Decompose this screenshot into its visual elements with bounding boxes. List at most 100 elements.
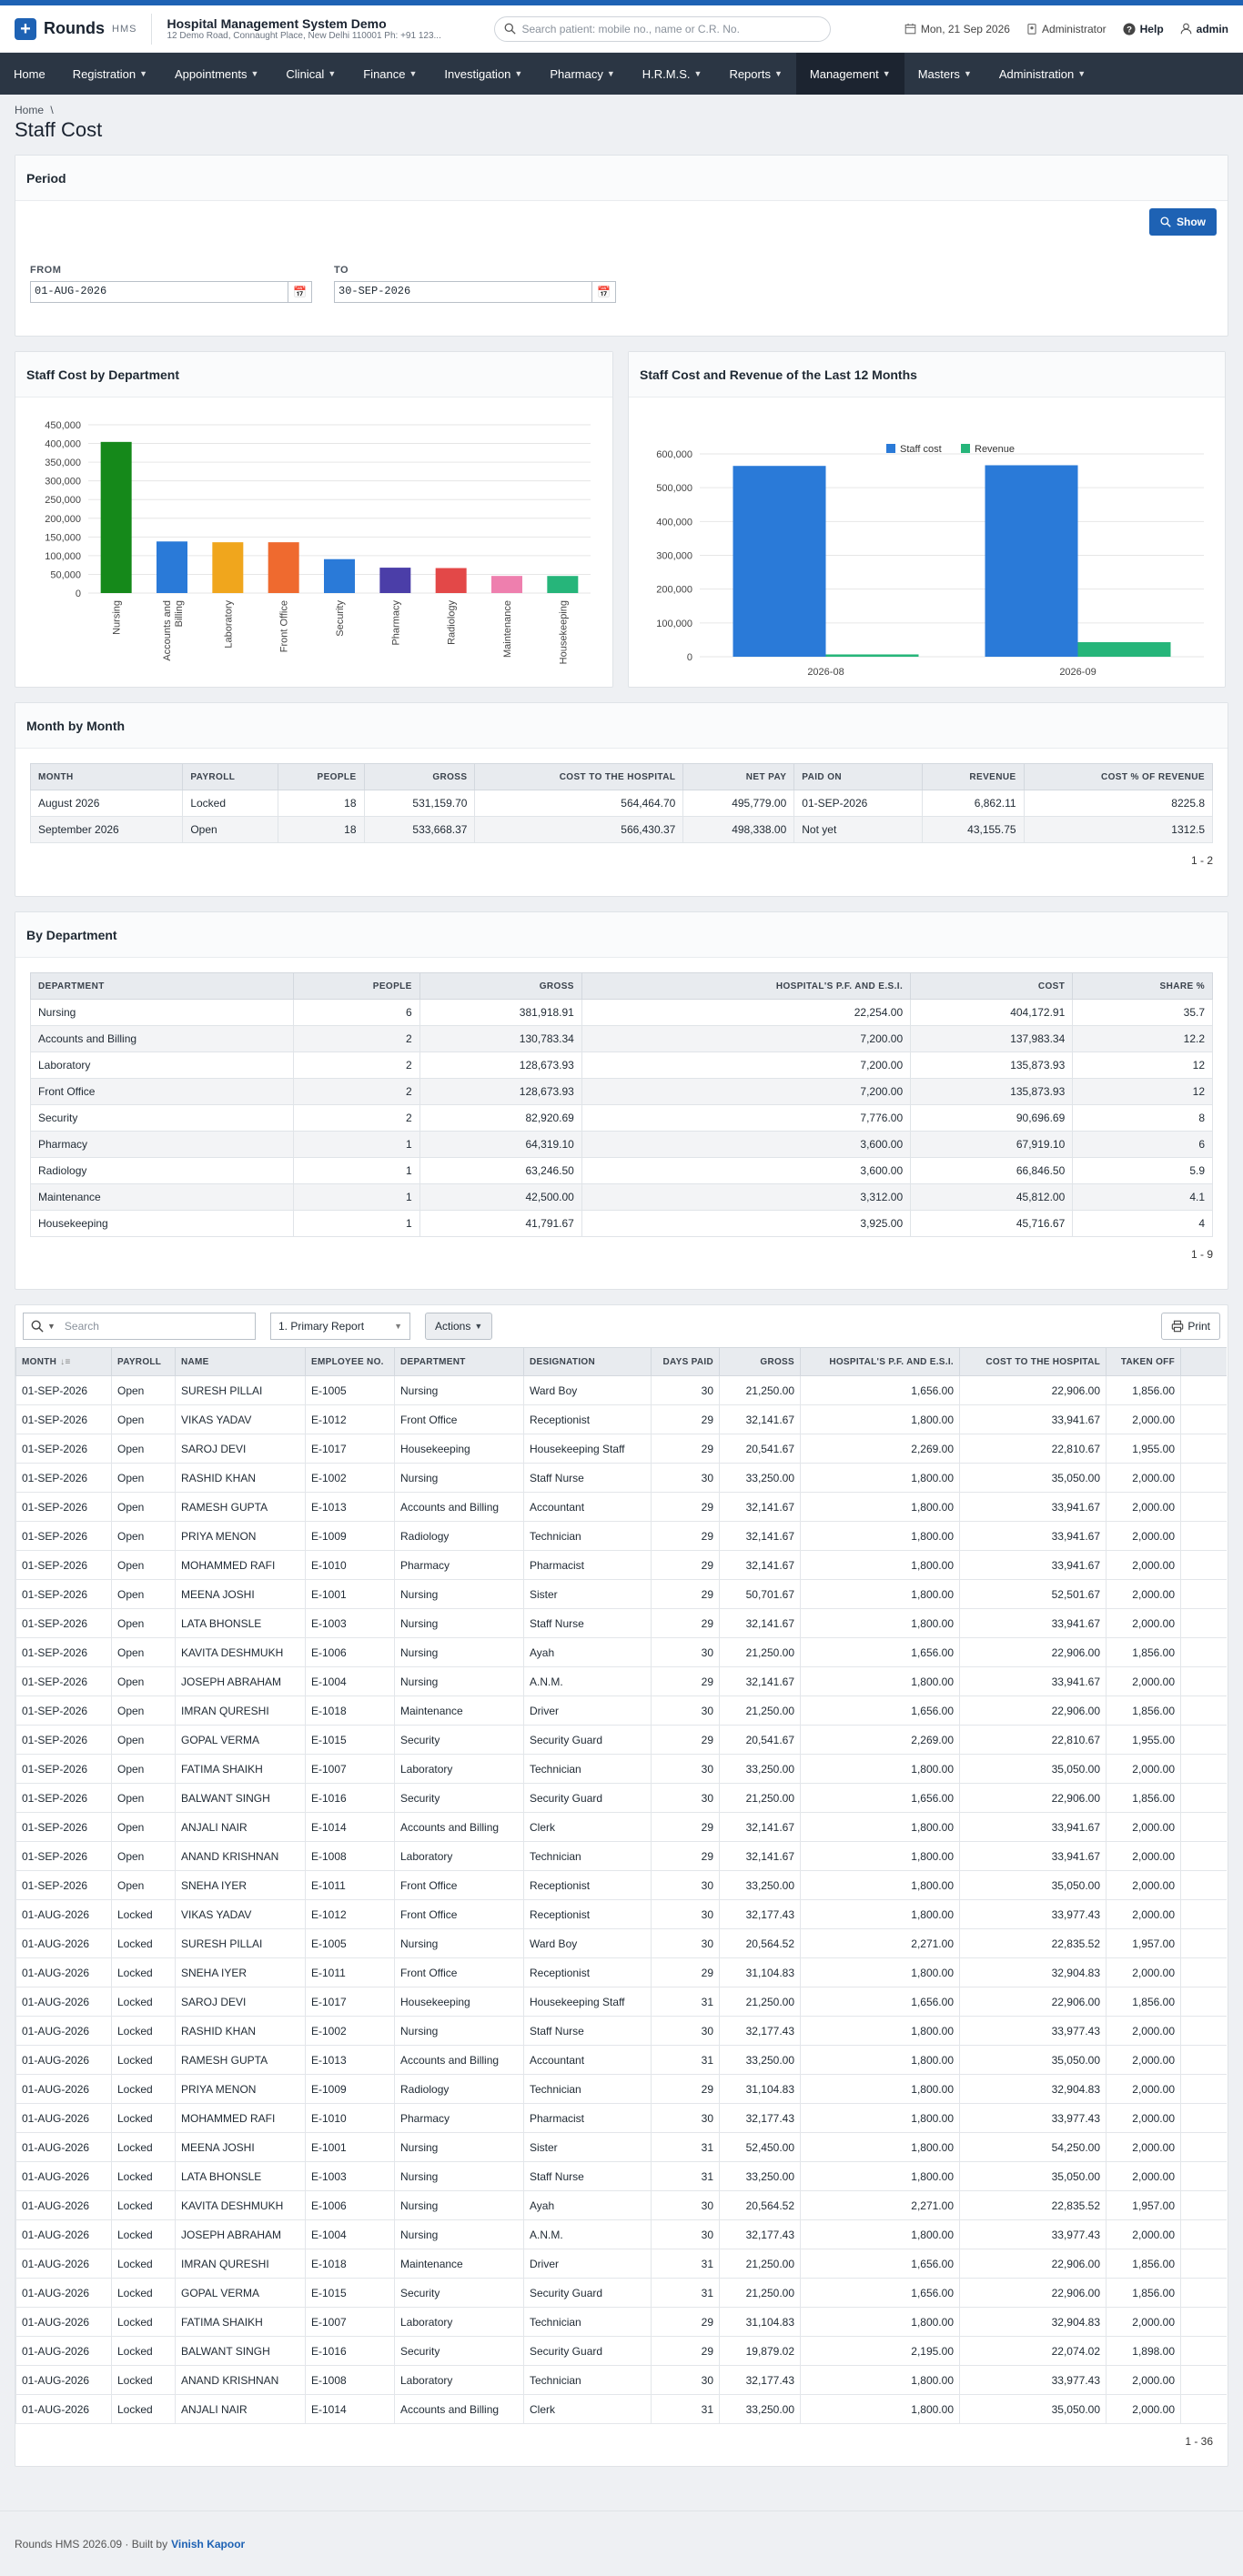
table-cell: 01-AUG-2026 [15, 1928, 112, 1958]
to-date-input[interactable]: 30-SEP-2026 [334, 281, 592, 303]
table-row[interactable]: 01-AUG-2026 Locked GOPAL VERMA E-1015 Securi… [15, 2278, 1227, 2308]
user-menu[interactable]: admin [1180, 23, 1228, 35]
table-cell: 566,430.37 [474, 816, 684, 843]
table-cell: 1,656.00 [800, 2249, 960, 2279]
print-button[interactable]: Print [1161, 1313, 1220, 1340]
nav-administration[interactable]: Administration ▼ [985, 53, 1099, 95]
table-cell: Locked [111, 2016, 176, 2046]
footer-author-link[interactable]: Vinish Kapoor [171, 2538, 245, 2551]
table-row[interactable]: 01-AUG-2026 Locked BALWANT SINGH E-1016 Secu… [15, 2336, 1227, 2366]
table-row: Laboratory 2 128,673.93 7,200.00 135,873.93 1… [29, 1052, 1213, 1079]
table-row[interactable]: 01-AUG-2026 Locked ANJALI NAIR E-1014 Accoun… [15, 2394, 1227, 2424]
table-row[interactable]: 01-SEP-2026 Open BALWANT SINGH E-1016 Securi… [15, 1783, 1227, 1813]
table-row[interactable]: 01-SEP-2026 Open FATIMA SHAIKH E-1007 Labora… [15, 1754, 1227, 1784]
grid-col-header[interactable]: EMPLOYEE NO. [305, 1347, 395, 1376]
table-row[interactable]: 01-SEP-2026 Open RAMESH GUPTA E-1013 Account… [15, 1492, 1227, 1522]
y-tick-label: 450,000 [45, 420, 81, 431]
nav-registration[interactable]: Registration ▼ [59, 53, 161, 95]
nav-masters[interactable]: Masters ▼ [904, 53, 985, 95]
table-row[interactable]: 01-SEP-2026 Open JOSEPH ABRAHAM E-1004 Nursi… [15, 1666, 1227, 1696]
table-row: Radiology 1 63,246.50 3,600.00 66,846.50 5.9 [29, 1157, 1213, 1184]
table-cell: 32,141.67 [719, 1608, 801, 1638]
nav-home[interactable]: Home [0, 53, 59, 95]
table-cell: 1,656.00 [800, 1375, 960, 1405]
grid-col-header[interactable]: NET PAY [1180, 1347, 1227, 1376]
nav-pharmacy[interactable]: Pharmacy ▼ [536, 53, 628, 95]
table-row[interactable]: 01-AUG-2026 Locked IMRAN QURESHI E-1018 Main… [15, 2249, 1227, 2279]
grid-col-header[interactable]: NAME [175, 1347, 306, 1376]
table-row[interactable]: 01-SEP-2026 Open KAVITA DESHMUKH E-1006 Nurs… [15, 1637, 1227, 1667]
table-row[interactable]: 01-AUG-2026 Locked SNEHA IYER E-1011 Front O… [15, 1957, 1227, 1987]
table-row[interactable]: 01-AUG-2026 Locked VIKAS YADAV E-1012 Front … [15, 1899, 1227, 1929]
table-row[interactable]: 01-AUG-2026 Locked FATIMA SHAIKH E-1007 Labo… [15, 2307, 1227, 2337]
table-row[interactable]: 01-AUG-2026 Locked MEENA JOSHI E-1001 Nursin… [15, 2132, 1227, 2162]
table-cell: Accounts and Billing [394, 2394, 524, 2424]
table-row[interactable]: 01-AUG-2026 Locked ANAND KRISHNAN E-1008 Lab… [15, 2365, 1227, 2395]
table-row[interactable]: 01-AUG-2026 Locked RASHID KHAN E-1002 Nursin… [15, 2016, 1227, 2046]
table-row[interactable]: 01-AUG-2026 Locked SURESH PILLAI E-1005 Nurs… [15, 1928, 1227, 1958]
table-cell: Front Office [29, 1078, 295, 1105]
patient-search-input[interactable]: Search patient: mobile no., name or C.R.… [494, 15, 832, 42]
grid-col-header[interactable]: DAYS PAID [651, 1347, 720, 1376]
table-cell: E-1004 [305, 2219, 395, 2249]
sort-desc-icon[interactable]: ↓≡ [60, 1357, 70, 1367]
calendar-icon[interactable]: 📅 [288, 281, 312, 303]
grid-col-header[interactable]: MONTH ↓≡ [15, 1347, 112, 1376]
app-logo[interactable]: + Rounds HMS [15, 13, 153, 45]
table-cell: 33,250.00 [719, 2045, 801, 2075]
grid-col-header[interactable]: HOSPITAL'S P.F. AND E.S.I. [800, 1347, 960, 1376]
table-cell: 01-SEP-2026 [15, 1375, 112, 1405]
table-row[interactable]: 01-SEP-2026 Open MOHAMMED RAFI E-1010 Pharma… [15, 1550, 1227, 1580]
actions-button[interactable]: Actions ▼ [425, 1313, 493, 1340]
table-row[interactable]: 01-SEP-2026 Open SNEHA IYER E-1011 Front Off… [15, 1870, 1227, 1900]
grid-col-header[interactable]: COST TO THE HOSPITAL [959, 1347, 1107, 1376]
table-row[interactable]: 01-SEP-2026 Open PRIYA MENON E-1009 Radiolog… [15, 1521, 1227, 1551]
grid-col-header[interactable]: DEPARTMENT [394, 1347, 524, 1376]
table-row[interactable]: 01-SEP-2026 Open ANJALI NAIR E-1014 Accounts… [15, 1812, 1227, 1842]
nav-appointments[interactable]: Appointments ▼ [161, 53, 272, 95]
show-button[interactable]: Show [1149, 208, 1217, 236]
table-row[interactable]: 01-AUG-2026 Locked PRIYA MENON E-1009 Radiol… [15, 2074, 1227, 2104]
help-link[interactable]: ? Help [1123, 23, 1164, 35]
table-row[interactable]: 01-AUG-2026 Locked LATA BHONSLE E-1003 Nursi… [15, 2161, 1227, 2191]
table-row[interactable]: 01-SEP-2026 Open SAROJ DEVI E-1017 Housekeep… [15, 1434, 1227, 1464]
table-cell: Open [111, 1841, 176, 1871]
table-cell: 29 [651, 2074, 720, 2104]
grid-col-header[interactable]: PAYROLL [111, 1347, 176, 1376]
report-select[interactable]: 1. Primary Report ▼ [270, 1313, 410, 1340]
header-role[interactable]: Administrator [1026, 23, 1107, 35]
calendar-icon[interactable]: 📅 [592, 281, 616, 303]
table-row[interactable]: 01-SEP-2026 Open MEENA JOSHI E-1001 Nursing S… [15, 1579, 1227, 1609]
nav-finance[interactable]: Finance ▼ [349, 53, 430, 95]
table-row[interactable]: 01-SEP-2026 Open SURESH PILLAI E-1005 Nursin… [15, 1375, 1227, 1405]
table-row[interactable]: 01-SEP-2026 Open LATA BHONSLE E-1003 Nursing… [15, 1608, 1227, 1638]
table-row[interactable]: 01-AUG-2026 Locked RAMESH GUPTA E-1013 Accou… [15, 2045, 1227, 2075]
table-cell: 33,941.67 [959, 1812, 1107, 1842]
table-row[interactable]: 01-SEP-2026 Open IMRAN QURESHI E-1018 Mainte… [15, 1696, 1227, 1726]
table-row[interactable]: 01-SEP-2026 Open RASHID KHAN E-1002 Nursing S… [15, 1463, 1227, 1493]
nav-management[interactable]: Management ▼ [795, 53, 904, 95]
table-cell: 137,983.34 [910, 1025, 1074, 1052]
table-row[interactable]: 01-AUG-2026 Locked SAROJ DEVI E-1017 Houseke… [15, 1987, 1227, 2017]
table-row[interactable]: 01-SEP-2026 Open ANAND KRISHNAN E-1008 Labor… [15, 1841, 1227, 1871]
nav-hrms[interactable]: H.R.M.S. ▼ [629, 53, 716, 95]
table-row[interactable]: 01-AUG-2026 Locked MOHAMMED RAFI E-1010 Phar… [15, 2103, 1227, 2133]
table-row[interactable]: 01-SEP-2026 Open GOPAL VERMA E-1015 Security… [15, 1725, 1227, 1755]
table-cell: 18,607.52 [1180, 2190, 1227, 2220]
grid-search-input[interactable]: ▼ Search [23, 1313, 256, 1340]
table-cell: 50,701.67 [719, 1579, 801, 1609]
grid-col-header[interactable]: GROSS [719, 1347, 801, 1376]
nav-clinical[interactable]: Clinical ▼ [272, 53, 349, 95]
table-cell: E-1014 [305, 2394, 395, 2424]
table-row[interactable]: 01-AUG-2026 Locked KAVITA DESHMUKH E-1006 Nu… [15, 2190, 1227, 2220]
nav-investigation[interactable]: Investigation ▼ [430, 53, 536, 95]
table-cell: 1,800.00 [800, 2074, 960, 2104]
table-row[interactable]: 01-SEP-2026 Open VIKAS YADAV E-1012 Front Of… [15, 1404, 1227, 1434]
grid-col-header[interactable]: TAKEN OFF [1106, 1347, 1181, 1376]
from-date-input[interactable]: 01-AUG-2026 [30, 281, 288, 303]
nav-reports[interactable]: Reports ▼ [715, 53, 795, 95]
breadcrumb-home[interactable]: Home [15, 104, 44, 116]
table-row[interactable]: 01-AUG-2026 Locked JOSEPH ABRAHAM E-1004 Nur… [15, 2219, 1227, 2249]
bar [547, 576, 579, 593]
grid-col-header[interactable]: DESIGNATION [523, 1347, 652, 1376]
